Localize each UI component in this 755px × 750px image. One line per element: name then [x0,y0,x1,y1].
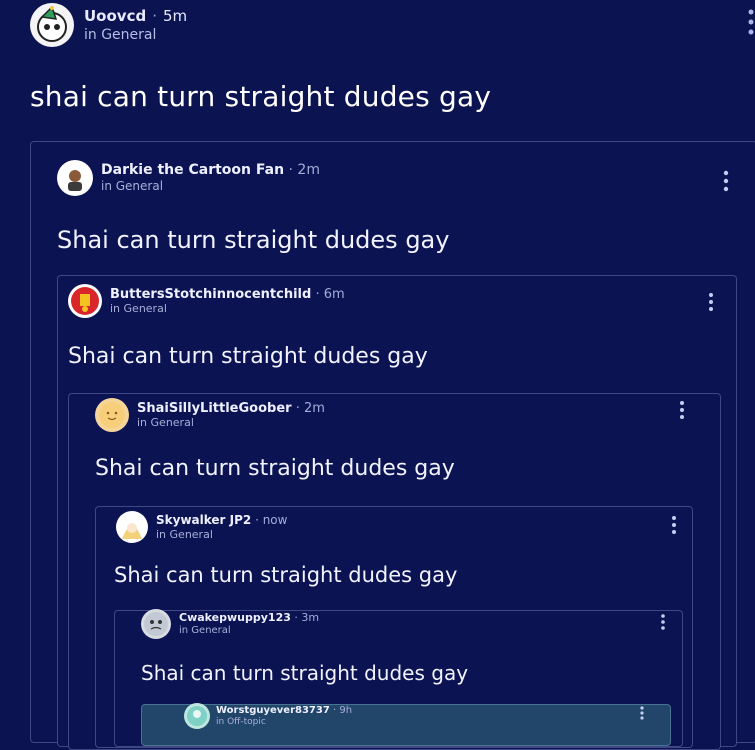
quote-more-icon[interactable] [671,515,677,535]
post-more-icon[interactable] [747,8,755,38]
quote-location[interactable]: in General [101,179,320,193]
quote-text: Shai can turn straight dudes gay [68,344,428,369]
post-title: shai can turn straight dudes gay [30,80,492,113]
quote-username[interactable]: ButtersStotchinnocentchild [110,287,311,302]
quote-avatar[interactable] [116,511,148,543]
quote-avatar[interactable] [141,609,171,639]
quote-time: 9h [339,705,353,717]
post-header: Uoovcd · 5m in General [30,2,187,48]
quote-location[interactable]: in Off-topic [216,717,352,727]
quote-avatar[interactable] [57,160,93,196]
quoted-post[interactable]: Cwakepwuppy123 · 3m in General Shai can … [114,609,683,747]
quote-time: 2m [297,162,320,179]
quote-text: Shai can turn straight dudes gay [141,661,469,685]
quote-username[interactable]: Cwakepwuppy123 [179,611,291,624]
quote-more-icon[interactable] [708,292,714,312]
quote-more-icon[interactable] [679,400,685,420]
post-time: 5m [162,6,188,25]
quote-username[interactable]: Darkie the Cartoon Fan [101,162,284,178]
quote-text: Shai can turn straight dudes gay [114,563,458,587]
quoted-post[interactable]: Worstguyever83737 · 9h in Off-topic [141,703,671,746]
teal-avatar-icon [187,706,207,726]
quote-location[interactable]: in General [137,416,325,429]
post-meta: Uoovcd · 5m in General [84,7,187,44]
quote-time: 6m [323,286,345,302]
separator-dot: · [152,6,157,25]
quote-more-icon[interactable] [639,705,645,721]
quote-more-icon[interactable] [660,613,666,631]
quote-location[interactable]: in General [156,528,287,541]
quoted-post[interactable]: ButtersStotchinnocentchild · 6m in Gener… [57,275,737,750]
quoted-post[interactable]: ShaiSillyLittleGoober · 2m in General Sh… [68,393,721,750]
quote-time: now [262,513,288,528]
user-avatar[interactable] [30,3,74,47]
quote-avatar[interactable] [68,284,102,318]
quote-time: 2m [303,400,325,416]
quote-username[interactable]: Worstguyever83737 [216,705,330,716]
grey-avatar-icon [144,612,168,636]
party-hat-avatar-icon [37,5,67,42]
quote-location[interactable]: in General [179,625,319,637]
quote-location[interactable]: in General [110,302,345,315]
quoted-post[interactable]: Darkie the Cartoon Fan · 2m in General S… [30,141,755,750]
sun-avatar-icon [99,402,125,428]
red-badge-avatar-icon [71,287,99,315]
quote-more-icon[interactable] [723,170,729,192]
quote-time: 3m [301,611,320,625]
anime-avatar-icon [122,523,142,539]
quote-username[interactable]: ShaiSillyLittleGoober [137,401,292,416]
post-username[interactable]: Uoovcd [84,7,146,25]
cartoon-avatar-icon [68,170,82,191]
quote-avatar[interactable] [184,703,210,729]
quote-username[interactable]: Skywalker JP2 [156,513,251,527]
quoted-post[interactable]: Skywalker JP2 · now in General Shai can … [95,506,693,748]
quote-text: Shai can turn straight dudes gay [57,226,450,254]
quote-text: Shai can turn straight dudes gay [95,456,455,481]
quote-avatar[interactable] [95,398,129,432]
post-location[interactable]: in General [84,27,187,44]
